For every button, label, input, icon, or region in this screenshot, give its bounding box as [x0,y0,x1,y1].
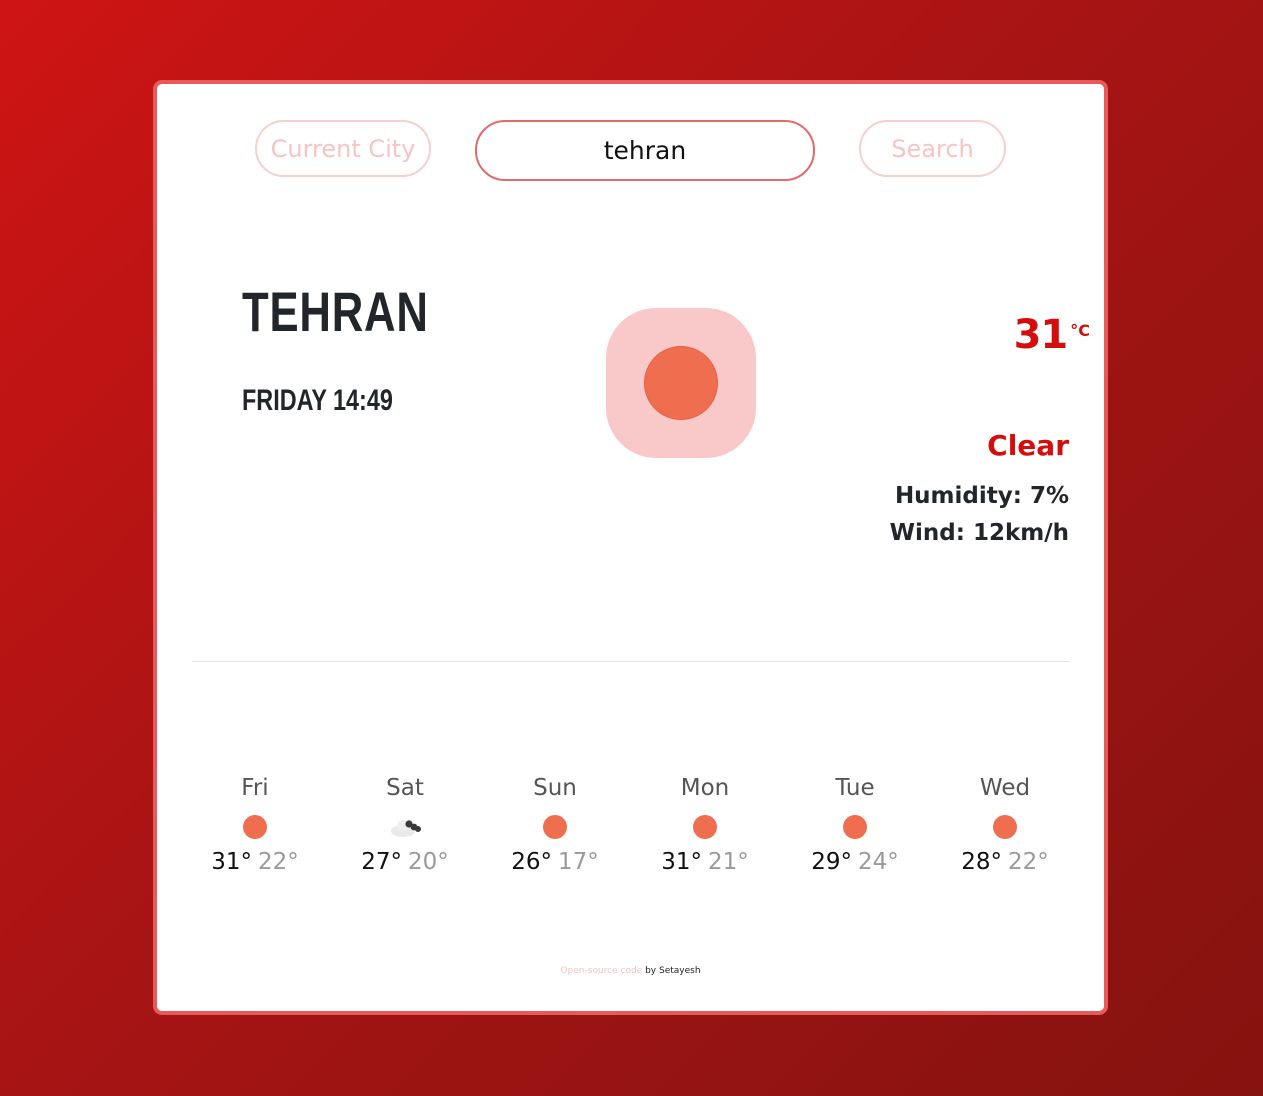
sun-icon [606,308,756,458]
humidity: Humidity: 7% [894,483,1069,509]
wind: Wind: 12km/h [889,520,1069,546]
forecast-max-temp: 31° [661,849,702,875]
forecast-day-name: Fri [241,775,269,801]
forecast-day: Sat 27° 20° [335,772,475,880]
sun-disc [644,346,718,420]
forecast-day: Tue 29° 24° [785,772,925,880]
weather-condition: Clear [987,429,1069,462]
sun-icon [843,815,867,839]
sun-icon [993,815,1017,839]
open-source-link[interactable]: Open-source code [560,966,642,976]
footer-credit: by Setayesh [642,966,701,976]
weather-app-card: Current City Search TEHRAN FRIDAY 14:49 … [153,80,1108,1015]
forecast-max-temp: 31° [211,849,252,875]
sun-icon [693,815,717,839]
current-city-button[interactable]: Current City [255,120,431,177]
forecast-min-temp: 20° [408,849,449,875]
city-search-input[interactable] [475,120,815,181]
forecast-day: Fri 31° 22° [185,772,325,880]
current-temperature: 31 °C [1014,312,1090,358]
temperature-value: 31 [1013,312,1069,358]
forecast-max-temp: 28° [961,849,1002,875]
city-name: TEHRAN [242,280,429,343]
forecast-day-name: Sat [386,775,424,801]
forecast-max-temp: 27° [361,849,402,875]
forecast-min-temp: 22° [258,849,299,875]
forecast-max-temp: 29° [811,849,852,875]
forecast-day: Mon 31° 21° [635,772,775,880]
forecast-min-temp: 21° [708,849,749,875]
forecast-day-name: Sun [533,775,577,801]
forecast-max-temp: 26° [511,849,552,875]
forecast-day-name: Wed [979,775,1031,801]
forecast-min-temp: 17° [558,849,599,875]
cloud-icon [391,820,421,837]
sun-icon [543,815,567,839]
footer: Open-source code by Setayesh [157,966,1104,976]
forecast-day-name: Tue [835,775,875,801]
forecast-day: Sun 26° 17° [485,772,625,880]
temperature-unit-toggle[interactable]: °C [1070,321,1090,340]
forecast-min-temp: 22° [1008,849,1049,875]
forecast-min-temp: 24° [858,849,899,875]
forecast-day-name: Mon [680,775,730,801]
forecast-day: Wed 28° 22° [935,772,1075,880]
sun-icon [243,815,267,839]
date-time: FRIDAY 14:49 [242,384,393,417]
divider [192,661,1069,662]
search-button[interactable]: Search [859,120,1006,177]
